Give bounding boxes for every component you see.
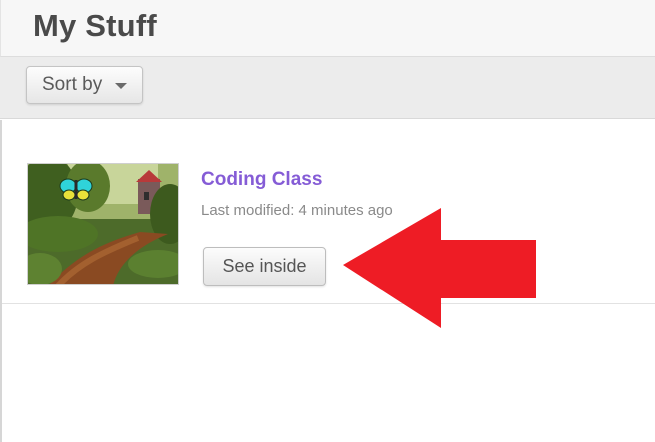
chevron-down-icon [115, 83, 127, 89]
page-title: My Stuff [33, 8, 157, 43]
project-title-link[interactable]: Coding Class [201, 169, 322, 191]
see-inside-button[interactable]: See inside [203, 247, 326, 286]
project-row: Coding Class Last modified: 4 minutes ag… [2, 120, 655, 304]
toolbar: Sort by [0, 57, 655, 119]
project-list: Coding Class Last modified: 4 minutes ag… [0, 120, 655, 442]
page-header: My Stuff [0, 0, 655, 57]
forest-path-thumbnail-image [28, 164, 178, 284]
sort-by-button[interactable]: Sort by [26, 66, 143, 104]
sort-by-label: Sort by [42, 74, 103, 95]
last-modified-text: Last modified: 4 minutes ago [201, 202, 393, 219]
project-thumbnail[interactable] [27, 163, 179, 285]
